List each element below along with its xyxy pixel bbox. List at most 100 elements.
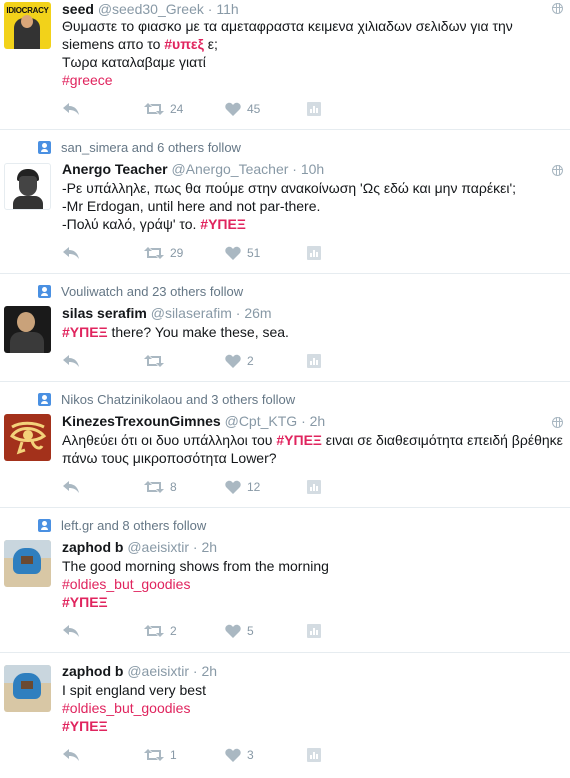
social-context: san_simera and 6 others follow [38, 139, 241, 155]
more-button[interactable] [307, 621, 321, 641]
like-button[interactable]: 5 [225, 621, 307, 641]
reply-button[interactable] [62, 243, 144, 263]
author-name[interactable]: seed [62, 1, 94, 17]
like-count: 5 [247, 624, 254, 638]
reply-button[interactable] [62, 351, 144, 371]
tweet-line: πάνω τους μικροποσότητα Lower? [62, 450, 277, 466]
separator: · [192, 663, 198, 679]
more-button[interactable] [307, 243, 321, 263]
reply-button[interactable] [62, 745, 144, 765]
tweet-line: #oldies_but_goodies [62, 575, 564, 593]
author-name[interactable]: zaphod b [62, 539, 123, 555]
tweet-actions: 2 [62, 351, 321, 371]
globe-icon [552, 417, 563, 428]
hashtag-link[interactable]: #ΥΠΕΞ [62, 324, 108, 340]
social-context-text[interactable]: Nikos Chatzinikolaou and 3 others follow [61, 392, 295, 407]
retweet-button[interactable]: 1 [144, 745, 225, 765]
author-name[interactable]: Anergo Teacher [62, 161, 168, 177]
avatar-face [21, 15, 33, 28]
like-button[interactable]: 12 [225, 477, 307, 497]
retweet-count: 1 [170, 748, 177, 762]
hashtag-link[interactable]: #greece [62, 72, 113, 88]
tweet: Vouliwatch and 23 others follow silas se… [0, 274, 570, 382]
tweet-text-span: -Πολύ καλό, γράψ' το. [62, 216, 201, 232]
author-handle[interactable]: @silaserafim [151, 305, 232, 321]
hashtag-link[interactable]: #ΥΠΕΞ [276, 432, 322, 448]
heart-icon [225, 246, 241, 260]
social-context-text[interactable]: Vouliwatch and 23 others follow [61, 284, 243, 299]
reply-icon [63, 355, 79, 367]
retweet-icon [144, 355, 164, 367]
timestamp[interactable]: 10h [301, 161, 324, 177]
timestamp[interactable]: 2h [201, 663, 217, 679]
avatar[interactable] [4, 163, 51, 210]
avatar[interactable] [4, 414, 51, 461]
retweet-button[interactable] [144, 351, 225, 371]
like-button[interactable]: 51 [225, 243, 307, 263]
tweet-text-span: Αληθεύει ότι οι δυο υπάλληλοι του [62, 432, 277, 448]
like-count: 51 [247, 246, 261, 260]
timestamp[interactable]: 2h [201, 539, 217, 555]
author-name[interactable]: silas serafim [62, 305, 147, 321]
tweet-text-span: ε; [203, 36, 218, 52]
heart-icon [225, 748, 241, 762]
tweet-line: Τωρα καταλαβαμε γιατί [62, 54, 206, 70]
social-context: Nikos Chatzinikolaou and 3 others follow [38, 391, 295, 407]
author-handle[interactable]: @seed30_Greek [98, 1, 204, 17]
timestamp[interactable]: 2h [310, 413, 326, 429]
author-handle[interactable]: @aeisixtir [127, 663, 189, 679]
more-button[interactable] [307, 351, 321, 371]
like-button[interactable]: 45 [225, 99, 307, 119]
hashtag-link[interactable]: #ΥΠΕΞ [200, 216, 246, 232]
tweet: san_simera and 6 others follow Anergo Te… [0, 130, 570, 274]
author-handle[interactable]: @aeisixtir [127, 539, 189, 555]
author-handle[interactable]: @Cpt_KTG [225, 413, 298, 429]
author-handle[interactable]: @Anergo_Teacher [171, 161, 288, 177]
social-context-text[interactable]: left.gr and 8 others follow [61, 518, 206, 533]
retweet-button[interactable]: 8 [144, 477, 225, 497]
more-button[interactable] [307, 99, 321, 119]
hashtag-link[interactable]: #oldies_but_goodies [62, 576, 190, 592]
follow-icon [38, 284, 51, 298]
globe-icon [552, 3, 563, 14]
hashtag-link[interactable]: #ΥΠΕΞ [62, 594, 108, 610]
reply-icon [63, 247, 79, 259]
author-name[interactable]: KinezesTrexounGimnes [62, 413, 221, 429]
avatar[interactable] [4, 665, 51, 712]
hashtag-link[interactable]: #oldies_but_goodies [62, 700, 190, 716]
analytics-icon [307, 354, 321, 368]
analytics-icon [307, 102, 321, 116]
tweet: left.gr and 8 others follow zaphod b @ae… [0, 508, 570, 653]
tweet-line: #ΥΠΕΞ there? You make these, sea. [62, 323, 564, 341]
retweet-button[interactable]: 24 [144, 99, 225, 119]
avatar-logo-text: IDIOCRACY [6, 6, 49, 15]
like-button[interactable]: 3 [225, 745, 307, 765]
social-context-text[interactable]: san_simera and 6 others follow [61, 140, 241, 155]
more-button[interactable] [307, 477, 321, 497]
retweet-button[interactable]: 2 [144, 621, 225, 641]
retweet-button[interactable]: 29 [144, 243, 225, 263]
reply-button[interactable] [62, 477, 144, 497]
author-name[interactable]: zaphod b [62, 663, 123, 679]
retweet-count: 2 [170, 624, 177, 638]
tweet-line: I spit england very best [62, 682, 206, 698]
timestamp[interactable]: 26m [244, 305, 271, 321]
timestamp[interactable]: 11h [216, 1, 238, 17]
more-button[interactable] [307, 745, 321, 765]
avatar[interactable]: IDIOCRACY [4, 2, 51, 49]
avatar[interactable] [4, 306, 51, 353]
hashtag-link[interactable]: #ΥΠΕΞ [62, 718, 108, 734]
tweet-text: Θυμαστε το φιασκο με τα αμεταφραστα κειμ… [62, 17, 564, 89]
avatar[interactable] [4, 540, 51, 587]
reply-button[interactable] [62, 621, 144, 641]
analytics-icon [307, 624, 321, 638]
like-button[interactable]: 2 [225, 351, 307, 371]
reply-button[interactable] [62, 99, 144, 119]
tweet-header: Anergo Teacher @Anergo_Teacher · 10h [62, 161, 324, 177]
heart-icon [225, 354, 241, 368]
tweet-actions: 8 12 [62, 477, 321, 497]
tweet-header: silas serafim @silaserafim · 26m [62, 305, 272, 321]
tweet-header: seed @seed30_Greek · 11h [62, 1, 239, 17]
hashtag-link[interactable]: #υπεξ [164, 36, 204, 52]
retweet-count: 24 [170, 102, 184, 116]
